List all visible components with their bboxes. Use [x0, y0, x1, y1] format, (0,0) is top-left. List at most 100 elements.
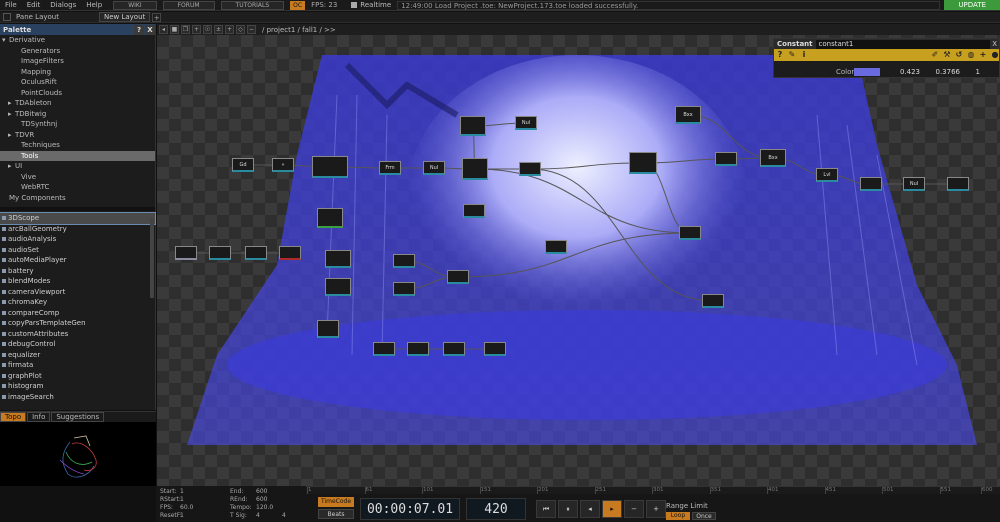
network-tool-button[interactable]: + — [225, 25, 234, 34]
palette-tree-item[interactable]: ▸ TDVR — [0, 130, 155, 141]
network-node[interactable]: Nul — [903, 177, 925, 191]
network-node[interactable] — [325, 278, 351, 296]
component-list-item[interactable]: arcBallGeometry — [0, 224, 155, 235]
network-node[interactable] — [443, 342, 465, 356]
network-node[interactable] — [279, 246, 301, 260]
network-node[interactable] — [462, 158, 488, 180]
network-node[interactable] — [519, 162, 541, 176]
timecode-toggle[interactable]: TimeCode — [318, 497, 354, 507]
component-list-item[interactable]: equalizer — [0, 350, 155, 361]
palette-tree-item[interactable]: Vive — [0, 172, 155, 183]
time-info-cell[interactable]: 60.0 — [180, 504, 202, 512]
step-forward-button[interactable]: + — [646, 500, 666, 518]
python-icon[interactable]: ✎ — [788, 51, 796, 59]
network-tool-button[interactable]: ◇ — [236, 25, 245, 34]
palette-tree-item[interactable]: PointClouds — [0, 88, 155, 99]
help-button[interactable]: ? — [134, 24, 144, 35]
time-info-cell[interactable]: 600 — [256, 496, 282, 504]
network-editor[interactable]: ◂ ■ ❐ + ☉ ± + ◇ − / project1 / fall1 / >> Gd» Frm N… — [157, 24, 1000, 486]
component-list-item[interactable]: firmata — [0, 360, 155, 371]
component-list-item[interactable]: debugControl — [0, 339, 155, 350]
time-info-cell[interactable] — [282, 496, 302, 504]
expand-arrow-icon[interactable]: ▸ — [8, 109, 15, 120]
component-list-item[interactable]: cameraViewport — [0, 287, 155, 298]
palette-tree-item[interactable]: Techniques — [0, 140, 155, 151]
component-list-item[interactable]: audioAnalysis — [0, 234, 155, 245]
network-node[interactable]: Nul — [423, 161, 445, 175]
color-g-field[interactable]: 0.3766 — [920, 68, 961, 76]
network-node[interactable]: » — [272, 158, 294, 172]
tab-topo[interactable]: Topo — [0, 412, 27, 422]
network-node[interactable]: Nul — [515, 116, 537, 130]
palette-tree-item[interactable]: WebRTC — [0, 182, 155, 193]
component-list-item[interactable]: compareComp — [0, 308, 155, 319]
network-node[interactable] — [317, 320, 339, 338]
component-list-item[interactable]: histogram — [0, 381, 155, 392]
component-list-item[interactable]: graphPlot — [0, 371, 155, 382]
expand-arrow-icon[interactable]: ▸ — [8, 98, 15, 109]
menu-edit[interactable]: Edit — [22, 1, 46, 9]
palette-tree-item[interactable]: ImageFilters — [0, 56, 155, 67]
time-info-cell[interactable]: 4 — [282, 512, 302, 520]
time-info-cell[interactable] — [282, 504, 302, 512]
network-tool-button[interactable]: ☉ — [203, 25, 212, 34]
palette-tree-item[interactable]: ▾ Derivative — [0, 35, 155, 46]
close-icon[interactable]: X — [992, 40, 999, 48]
beats-toggle[interactable]: Beats — [318, 509, 354, 519]
component-list-item[interactable]: audioSet — [0, 245, 155, 256]
time-info-cell[interactable] — [282, 488, 302, 496]
refresh-icon[interactable]: ↺ — [955, 51, 963, 59]
oc-button[interactable]: OC — [290, 0, 306, 10]
operator-name-field[interactable]: constant1 — [815, 39, 991, 49]
palette-tree-item[interactable]: Tools — [0, 150, 155, 161]
add-pane-button[interactable]: + — [152, 12, 162, 22]
component-list-item[interactable]: copyParsTemplateGen — [0, 318, 155, 329]
globe-icon[interactable]: ◍ — [967, 51, 975, 59]
scrollbar[interactable] — [150, 218, 154, 298]
network-node[interactable] — [860, 177, 882, 191]
play-reverse-button[interactable]: ◂ — [580, 500, 600, 518]
tab-suggestions[interactable]: Suggestions — [51, 412, 105, 422]
network-path[interactable]: / project1 / fall1 / >> — [262, 26, 336, 34]
wrench-icon[interactable]: ⚒ — [943, 51, 951, 59]
forum-button[interactable]: FORUM — [162, 0, 215, 10]
network-node[interactable] — [460, 116, 486, 136]
palette-tree-item[interactable]: ▸ TDBitwig — [0, 109, 155, 120]
network-node[interactable]: Gd — [232, 158, 254, 172]
component-list-item[interactable]: autoMediaPlayer — [0, 255, 155, 266]
component-list-item[interactable]: customAttributes — [0, 329, 155, 340]
time-info-cell[interactable]: 1 — [180, 512, 202, 520]
time-info-cell[interactable]: 1 — [180, 488, 202, 496]
network-node[interactable]: Lvl — [816, 168, 838, 182]
network-node[interactable] — [629, 152, 657, 174]
pane-layout-icon[interactable] — [3, 13, 11, 21]
component-list-item[interactable]: 3DScope — [0, 212, 156, 225]
network-tool-button[interactable]: + — [192, 25, 201, 34]
network-node[interactable] — [393, 254, 415, 268]
pane-layout-label[interactable]: Pane Layout — [16, 13, 59, 21]
network-node[interactable]: Bxx — [675, 106, 701, 124]
palette-tree-item[interactable]: My Components — [0, 193, 155, 204]
expand-arrow-icon[interactable]: ▸ — [8, 161, 15, 172]
network-node[interactable] — [715, 152, 737, 166]
palette-tree-item[interactable]: Generators — [0, 46, 155, 57]
tab-info[interactable]: Info — [27, 412, 51, 422]
network-node[interactable] — [484, 342, 506, 356]
network-node[interactable] — [679, 226, 701, 240]
network-node[interactable] — [947, 177, 969, 191]
loop-button[interactable]: Loop — [666, 512, 690, 520]
color-r-field[interactable]: 0.423 — [880, 68, 920, 76]
expand-arrow-icon[interactable]: ▸ — [8, 130, 15, 141]
rewind-button[interactable]: ⏮ — [536, 500, 556, 518]
timecode-display[interactable]: 00:00:07.01 — [360, 498, 460, 520]
network-tool-button[interactable]: − — [247, 25, 256, 34]
step-back-button[interactable]: − — [624, 500, 644, 518]
time-info-cell[interactable]: 600 — [256, 488, 282, 496]
update-button[interactable]: UPDATE — [944, 0, 1000, 10]
component-list-item[interactable]: imageSearch — [0, 392, 155, 403]
palette-tree-item[interactable]: OculusRift — [0, 77, 155, 88]
menu-help[interactable]: Help — [81, 1, 107, 9]
network-node[interactable] — [393, 282, 415, 296]
realtime-toggle[interactable]: Realtime — [351, 1, 391, 9]
help-icon[interactable]: ? — [776, 51, 784, 59]
